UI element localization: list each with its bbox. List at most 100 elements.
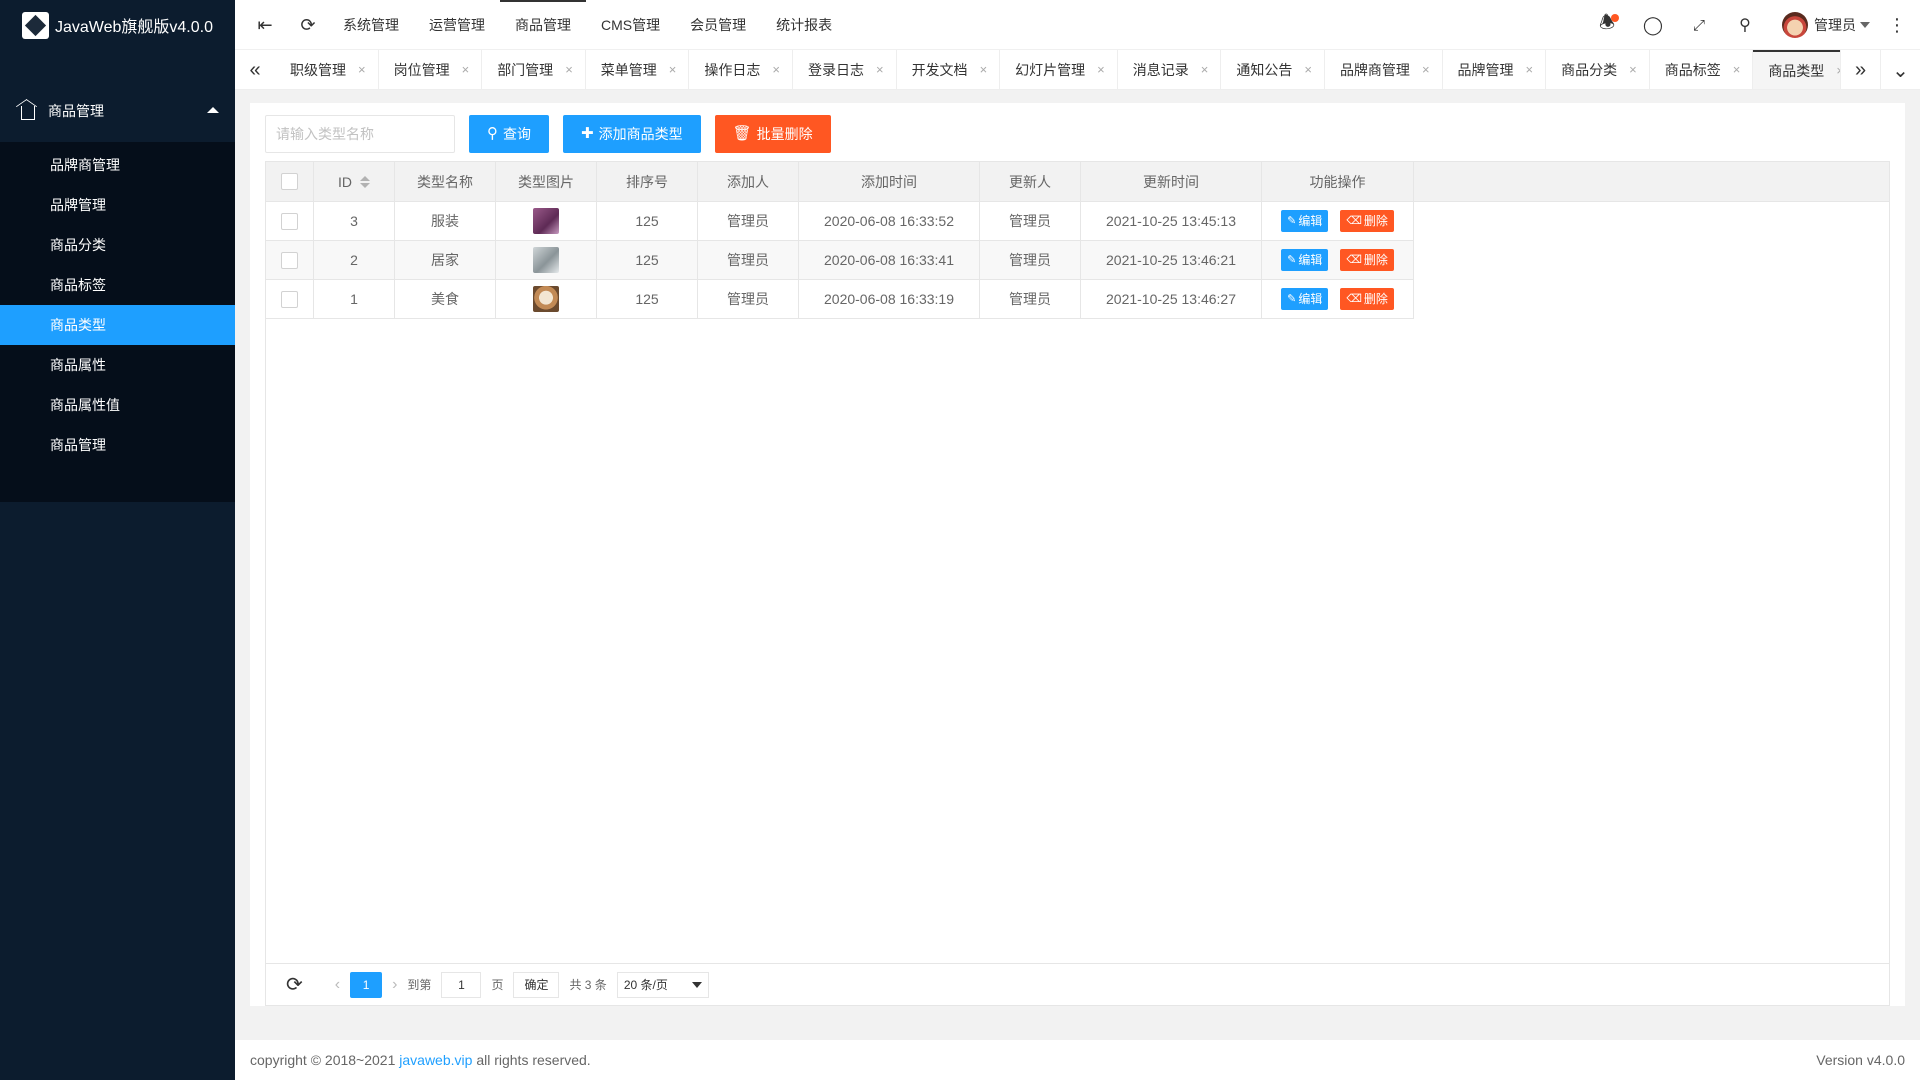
page-size-select[interactable]: 20 条/页 [616, 971, 709, 998]
tabs-dropdown-icon[interactable]: ⌄ [1880, 50, 1920, 89]
tab-dept[interactable]: 部门管理 × [482, 50, 586, 89]
sidebar-item-tag[interactable]: 商品标签 [0, 265, 235, 305]
sidebar-item-type[interactable]: 商品类型 [0, 305, 235, 345]
tab-post[interactable]: 岗位管理 × [379, 50, 483, 89]
tab-brand[interactable]: 品牌管理 × [1443, 50, 1547, 89]
close-icon[interactable]: × [980, 50, 988, 89]
sort-icon[interactable] [360, 175, 370, 188]
tab-loginlog[interactable]: 登录日志 × [793, 50, 897, 89]
top-nav-system[interactable]: 系统管理 [328, 0, 414, 50]
bell-icon[interactable]: 🕭 [1595, 12, 1619, 37]
tab-brand-vendor[interactable]: 品牌商管理 × [1325, 50, 1443, 89]
tag-icon[interactable]: ◯ [1641, 13, 1665, 37]
close-icon[interactable]: × [1422, 50, 1430, 89]
add-type-button[interactable]: ✚ 添加商品类型 [563, 115, 701, 153]
tab-slides[interactable]: 幻灯片管理 × [1000, 50, 1118, 89]
select-all-checkbox[interactable] [281, 173, 298, 190]
home-icon [21, 106, 35, 120]
goto-confirm-button[interactable]: 确定 [513, 971, 560, 998]
close-icon[interactable]: × [669, 50, 677, 89]
lock-icon[interactable]: ⚲ [1733, 13, 1757, 37]
close-icon[interactable]: × [876, 50, 884, 89]
site-link[interactable]: javaweb.vip [399, 1052, 472, 1068]
tab-label: 消息记录 [1132, 62, 1189, 78]
top-nav-goods[interactable]: 商品管理 [500, 0, 586, 50]
chevron-down-icon [691, 981, 702, 988]
main-content: ⚲ 查询 ✚添加商品类型 🗑批量删除 ID 类型名称 类型图片 排序号 添加人 添… [250, 103, 1905, 1006]
tab-rank[interactable]: 职级管理 × [275, 50, 379, 89]
top-nav-cms[interactable]: CMS管理 [586, 0, 675, 50]
page-size-value: 20 条/页 [623, 978, 668, 992]
tab-oplog[interactable]: 操作日志 × [689, 50, 793, 89]
cell-creator: 管理员 [698, 202, 799, 240]
header-creator: 添加人 [698, 162, 799, 201]
refresh-icon[interactable]: ⟳ [296, 13, 320, 37]
tab-category[interactable]: 商品分类 × [1546, 50, 1650, 89]
close-icon[interactable]: × [1201, 50, 1209, 89]
close-icon[interactable]: × [358, 50, 366, 89]
close-icon[interactable]: × [1526, 50, 1534, 89]
tab-tag[interactable]: 商品标签 × [1650, 50, 1754, 89]
close-icon[interactable]: × [1629, 50, 1637, 89]
next-page-icon[interactable]: › [392, 976, 397, 994]
user-menu[interactable]: 管理员 [1782, 12, 1870, 38]
copyright-prefix: copyright © 2018~2021 [250, 1052, 396, 1068]
collapse-menu-icon[interactable]: ⇤ [253, 13, 277, 37]
sidebar-item-attribute[interactable]: 商品属性 [0, 345, 235, 385]
fullscreen-icon[interactable]: ⤢ [1687, 13, 1711, 37]
cell-name: 居家 [395, 241, 496, 279]
page-current[interactable]: 1 [350, 971, 383, 998]
tab-messages[interactable]: 消息记录 × [1118, 50, 1222, 89]
batch-delete-button[interactable]: 🗑 批量删除 [714, 115, 831, 153]
close-icon[interactable]: × [1097, 50, 1105, 89]
edit-button[interactable]: ✎ 编辑 [1281, 288, 1329, 310]
tab-label: 商品标签 [1664, 62, 1721, 78]
edit-button[interactable]: ✎ 编辑 [1281, 210, 1329, 232]
tab-devdoc[interactable]: 开发文档 × [897, 50, 1001, 89]
type-thumbnail[interactable] [533, 208, 559, 234]
sidebar-item-attribute-value[interactable]: 商品属性值 [0, 385, 235, 425]
app-logo[interactable]: JavaWeb旗舰版v4.0.0 [0, 0, 235, 50]
delete-button[interactable]: ⌫ 删除 [1340, 249, 1394, 271]
row-checkbox[interactable] [281, 251, 298, 269]
tabs-scroll-left-icon[interactable]: « [235, 50, 275, 89]
query-label: 查询 [503, 126, 531, 142]
type-thumbnail[interactable] [533, 286, 559, 312]
goto-page-input[interactable] [441, 971, 482, 998]
more-icon[interactable]: ⋮ [1885, 13, 1909, 37]
top-nav-member[interactable]: 会员管理 [675, 0, 761, 50]
tab-label: 品牌商管理 [1339, 62, 1410, 78]
close-icon[interactable]: × [772, 50, 780, 89]
query-button[interactable]: ⚲ 查询 [469, 115, 549, 153]
refresh-table-icon[interactable]: ⟳ [286, 972, 303, 997]
prev-page-icon[interactable]: ‹ [335, 976, 340, 994]
app-title: JavaWeb旗舰版v4.0.0 [55, 19, 213, 36]
sidebar-item-brand-vendor[interactable]: 品牌商管理 [0, 145, 235, 185]
top-nav-operation[interactable]: 运营管理 [414, 0, 500, 50]
tabs-scroll-right-icon[interactable]: » [1840, 50, 1880, 89]
close-icon[interactable]: × [565, 50, 573, 89]
row-checkbox[interactable] [281, 212, 298, 230]
tab-notice[interactable]: 通知公告 × [1221, 50, 1325, 89]
row-checkbox[interactable] [281, 290, 298, 308]
header-id[interactable]: ID [314, 162, 395, 201]
tab-menu[interactable]: 菜单管理 × [586, 50, 690, 89]
sidebar-item-brand[interactable]: 品牌管理 [0, 185, 235, 225]
sidebar-item-category[interactable]: 商品分类 [0, 225, 235, 265]
add-label: 添加商品类型 [598, 126, 683, 142]
tab-label: 登录日志 [807, 62, 864, 78]
type-name-search-input[interactable] [265, 115, 455, 153]
delete-button[interactable]: ⌫ 删除 [1340, 288, 1394, 310]
close-icon[interactable]: × [1733, 50, 1741, 89]
close-icon[interactable]: × [462, 50, 470, 89]
page-unit-label: 页 [491, 978, 504, 992]
footer: copyright © 2018~2021 javaweb.vip all ri… [235, 1040, 1920, 1080]
delete-button[interactable]: ⌫ 删除 [1340, 210, 1394, 232]
sidebar-group-goods[interactable]: 商品管理 [0, 80, 235, 142]
sidebar-item-goods[interactable]: 商品管理 [0, 425, 235, 465]
edit-icon: ✎ [1287, 215, 1297, 227]
edit-button[interactable]: ✎ 编辑 [1281, 249, 1329, 271]
type-thumbnail[interactable] [533, 247, 559, 273]
close-icon[interactable]: × [1304, 50, 1312, 89]
top-nav-report[interactable]: 统计报表 [761, 0, 847, 50]
